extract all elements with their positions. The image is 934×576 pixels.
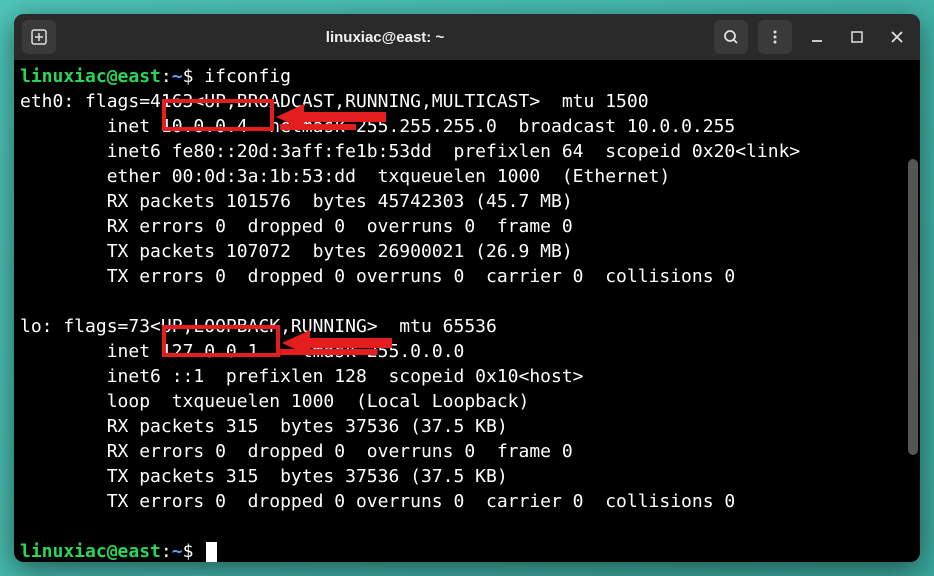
window-title: linuxiac@east: ~	[64, 29, 706, 46]
output-lo-inet: inet 127.0.0.1 tmask 255.0.0.0	[20, 339, 914, 364]
prompt-sep: :	[161, 66, 172, 87]
output-lo-rxp: RX packets 315 bytes 37536 (37.5 KB)	[20, 414, 914, 439]
close-icon	[891, 31, 903, 43]
output-eth0-rxp: RX packets 101576 bytes 45742303 (45.7 M…	[20, 189, 914, 214]
output-lo-inet6: inet6 ::1 prefixlen 128 scopeid 0x10<hos…	[20, 364, 914, 389]
terminal-window: linuxiac@east: ~ linuxiac@east:~$ ifconf…	[14, 14, 920, 562]
output-eth0-rxe: RX errors 0 dropped 0 overruns 0 frame 0	[20, 214, 914, 239]
output-eth0-txe: TX errors 0 dropped 0 overruns 0 carrier…	[20, 264, 914, 289]
maximize-button[interactable]	[842, 22, 872, 52]
prompt-path: ~	[172, 66, 183, 87]
blank-line-2	[20, 514, 914, 539]
eth0-inet-pre: inet	[20, 116, 161, 137]
search-button[interactable]	[714, 20, 748, 54]
output-eth0-inet6: inet6 fe80::20d:3aff:fe1b:53dd prefixlen…	[20, 139, 914, 164]
close-button[interactable]	[882, 22, 912, 52]
prompt-symbol: $	[183, 66, 194, 87]
lo-inet-pre: inet	[20, 341, 161, 362]
prompt-sep-2: :	[161, 541, 172, 562]
prompt-line-1: linuxiac@east:~$ ifconfig	[20, 64, 914, 89]
cursor-block	[206, 542, 217, 562]
lo-inet-ip: 127.0.0.1	[161, 341, 259, 362]
search-icon	[723, 29, 739, 45]
lo-inet-post1	[258, 341, 280, 362]
output-lo-loop: loop txqueuelen 1000 (Local Loopback)	[20, 389, 914, 414]
plus-square-icon	[31, 29, 47, 45]
output-eth0-txp: TX packets 107072 bytes 26900021 (26.9 M…	[20, 239, 914, 264]
blank-line	[20, 289, 914, 314]
lo-inet-hidden: tmask 2	[280, 341, 378, 362]
menu-button[interactable]	[758, 20, 792, 54]
prompt-userhost: linuxiac@east	[20, 66, 161, 87]
prompt-line-2: linuxiac@east:~$	[20, 539, 914, 562]
output-lo-header: lo: flags=73<UP,LOOPBACK,RUNNING> mtu 65…	[20, 314, 914, 339]
eth0-inet-post2: 255.255.255.0 broadcast 10.0.0.255	[356, 116, 735, 137]
command-text: ifconfig	[204, 66, 291, 87]
prompt-path-2: ~	[172, 541, 183, 562]
output-eth0-ether: ether 00:0d:3a:1b:53:dd txqueuelen 1000 …	[20, 164, 914, 189]
scrollbar[interactable]	[906, 60, 920, 554]
scrollbar-thumb[interactable]	[908, 159, 918, 455]
output-lo-txp: TX packets 315 bytes 37536 (37.5 KB)	[20, 464, 914, 489]
maximize-icon	[851, 31, 863, 43]
output-lo-txe: TX errors 0 dropped 0 overruns 0 carrier…	[20, 489, 914, 514]
minimize-icon	[810, 30, 824, 44]
terminal-body[interactable]: linuxiac@east:~$ ifconfig eth0: flags=41…	[14, 60, 920, 562]
output-eth0-header: eth0: flags=4163<UP,BROADCAST,RUNNING,MU…	[20, 89, 914, 114]
output-lo-rxe: RX errors 0 dropped 0 overruns 0 frame 0	[20, 439, 914, 464]
output-eth0-inet: inet 10.0.0.4 netmask 255.255.255.0 broa…	[20, 114, 914, 139]
prompt-userhost-2: linuxiac@east	[20, 541, 161, 562]
prompt-symbol-2: $	[183, 541, 194, 562]
eth0-inet-hidden: etmask	[280, 116, 356, 137]
titlebar-right	[714, 20, 912, 54]
new-tab-button[interactable]	[22, 20, 56, 54]
kebab-icon	[767, 29, 783, 45]
eth0-inet-ip: 10.0.0.4	[161, 116, 248, 137]
eth0-inet-post1: n	[248, 116, 281, 137]
minimize-button[interactable]	[802, 22, 832, 52]
titlebar: linuxiac@east: ~	[14, 14, 920, 60]
lo-inet-post2: 55.0.0.0	[378, 341, 465, 362]
